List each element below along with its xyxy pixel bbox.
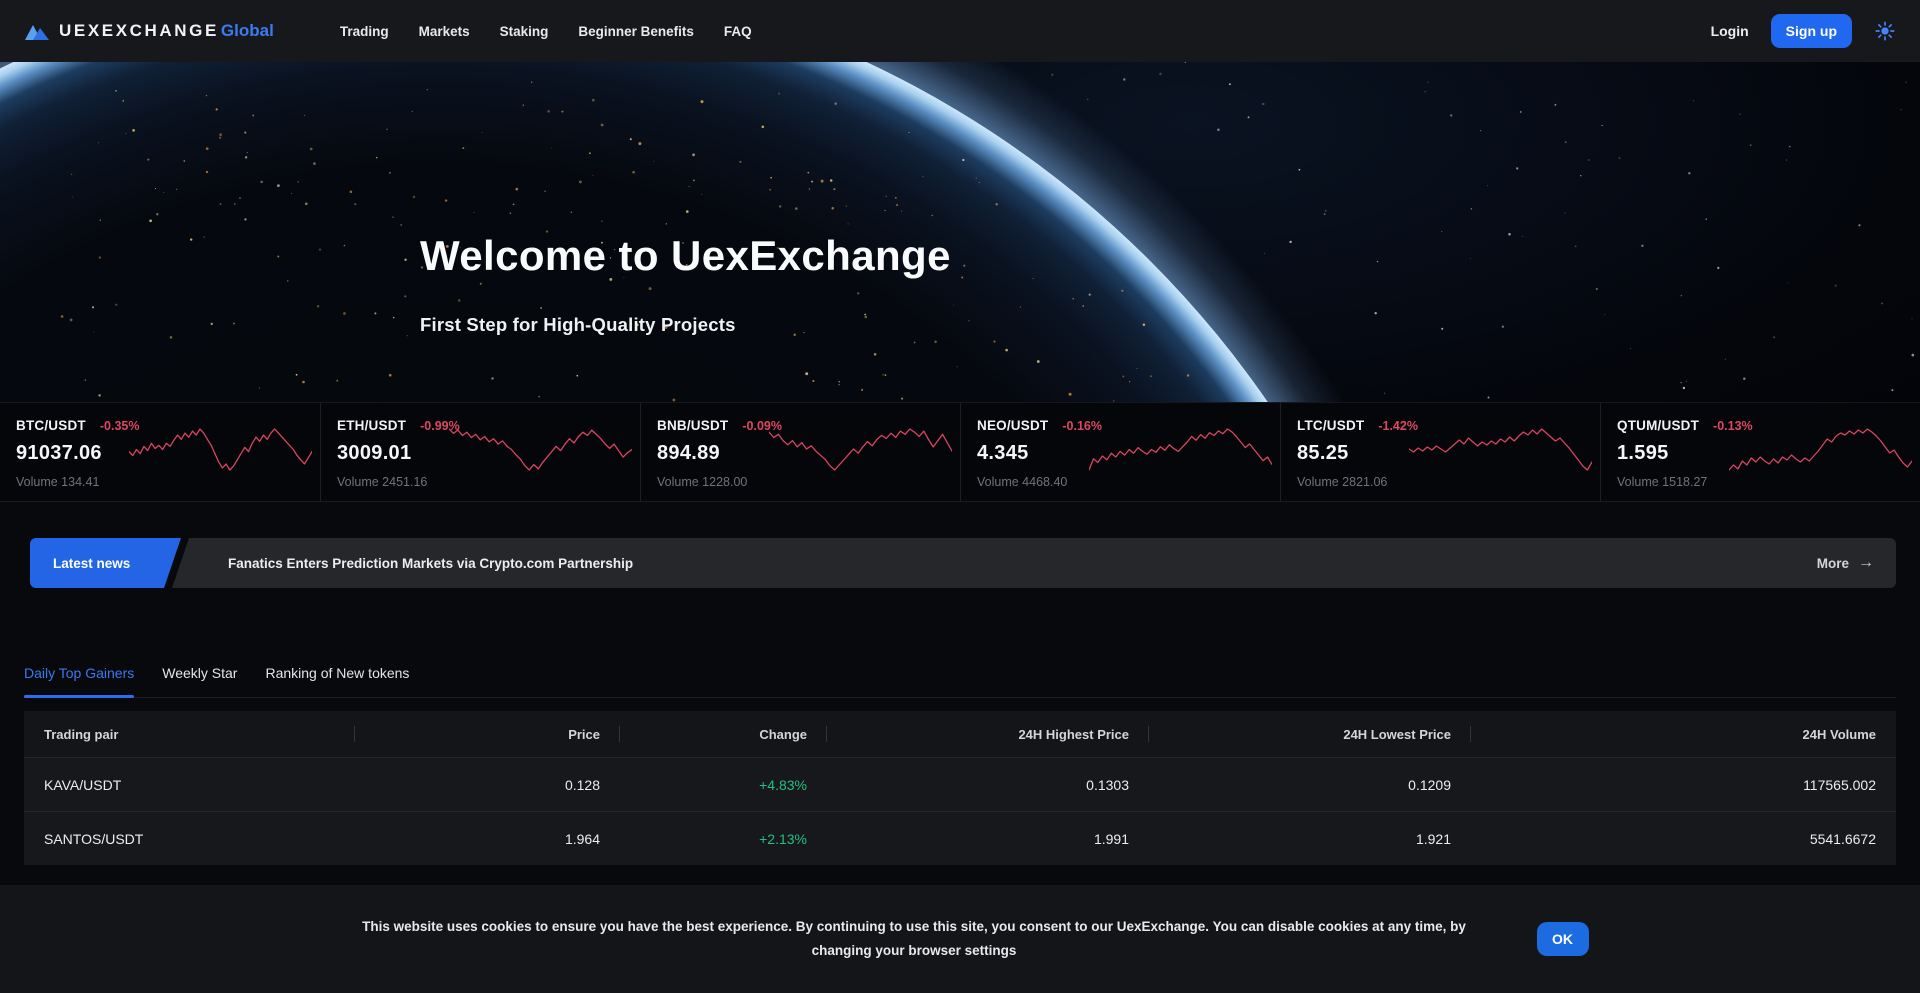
news-headline[interactable]: Fanatics Enters Prediction Markets via C… bbox=[228, 556, 633, 571]
ticker-volume: Volume 134.41 bbox=[16, 475, 310, 489]
news-more-link[interactable]: More → bbox=[1817, 554, 1874, 572]
ticker-card[interactable]: BNB/USDT -0.09% 894.89 Volume 1228.00 bbox=[640, 403, 960, 501]
price-sparkline bbox=[769, 424, 952, 474]
table-row[interactable]: SANTOS/USDT 1.964 +2.13% 1.991 1.921 554… bbox=[24, 811, 1896, 865]
ticker-volume: Volume 2451.16 bbox=[337, 475, 630, 489]
price-sparkline bbox=[1409, 424, 1592, 474]
nav-link-markets[interactable]: Markets bbox=[419, 24, 470, 39]
ticker-pair: LTC/USDT bbox=[1297, 418, 1364, 433]
ticker-pair: QTUM/USDT bbox=[1617, 418, 1699, 433]
price-sparkline bbox=[129, 424, 312, 474]
gainers-table: Trading pairPriceChange24H Highest Price… bbox=[24, 711, 1896, 865]
latest-news-label: Latest news bbox=[53, 556, 130, 571]
hero-subtitle: First Step for High-Quality Projects bbox=[420, 314, 951, 336]
cell-change: +2.13% bbox=[620, 812, 827, 865]
earth-from-space-image bbox=[0, 62, 1920, 402]
nav-right: Login Sign up bbox=[1711, 14, 1896, 48]
tab-daily-top-gainers[interactable]: Daily Top Gainers bbox=[24, 648, 134, 697]
header-trading-pair: Trading pair bbox=[24, 711, 355, 757]
header-24h-highest-price: 24H Highest Price bbox=[827, 711, 1149, 757]
table-body: KAVA/USDT 0.128 +4.83% 0.1303 0.1209 117… bbox=[24, 757, 1896, 865]
header-price: Price bbox=[355, 711, 620, 757]
cookie-message: This website uses cookies to ensure you … bbox=[332, 915, 1497, 963]
cell-volume: 117565.002 bbox=[1471, 758, 1896, 811]
nav-link-staking[interactable]: Staking bbox=[500, 24, 549, 39]
nav-link-trading[interactable]: Trading bbox=[340, 24, 389, 39]
cell-price: 1.964 bbox=[355, 812, 620, 865]
header-change: Change bbox=[620, 711, 827, 757]
ticker-strip: BTC/USDT -0.35% 91037.06 Volume 134.41 E… bbox=[0, 402, 1920, 502]
ticker-volume: Volume 2821.06 bbox=[1297, 475, 1590, 489]
cookie-banner: This website uses cookies to ensure you … bbox=[0, 885, 1920, 993]
ticker-card[interactable]: LTC/USDT -1.42% 85.25 Volume 2821.06 bbox=[1280, 403, 1600, 501]
tab-ranking-of-new-tokens[interactable]: Ranking of New tokens bbox=[265, 648, 409, 697]
cell-high: 1.991 bbox=[827, 812, 1149, 865]
hero-banner: Welcome to UexExchange First Step for Hi… bbox=[0, 62, 1920, 402]
ticker-volume: Volume 4468.40 bbox=[977, 475, 1270, 489]
price-sparkline bbox=[1089, 424, 1272, 474]
table-header-row: Trading pairPriceChange24H Highest Price… bbox=[24, 711, 1896, 757]
cell-price: 0.128 bbox=[355, 758, 620, 811]
ticker-card[interactable]: BTC/USDT -0.35% 91037.06 Volume 134.41 bbox=[0, 403, 320, 501]
nav-link-faq[interactable]: FAQ bbox=[724, 24, 752, 39]
more-label: More bbox=[1817, 556, 1849, 571]
cell-low: 1.921 bbox=[1149, 812, 1471, 865]
ticker-pair: NEO/USDT bbox=[977, 418, 1048, 433]
ticker-pair: ETH/USDT bbox=[337, 418, 406, 433]
ticker-card[interactable]: ETH/USDT -0.99% 3009.01 Volume 2451.16 bbox=[320, 403, 640, 501]
ticker-volume: Volume 1518.27 bbox=[1617, 475, 1910, 489]
nav-link-beginner-benefits[interactable]: Beginner Benefits bbox=[578, 24, 694, 39]
cell-pair: SANTOS/USDT bbox=[24, 812, 355, 865]
news-bar: Latest news Fanatics Enters Prediction M… bbox=[24, 538, 1896, 588]
theme-toggle-sun-icon[interactable] bbox=[1874, 20, 1896, 42]
table-row[interactable]: KAVA/USDT 0.128 +4.83% 0.1303 0.1209 117… bbox=[24, 757, 1896, 811]
ticker-card[interactable]: QTUM/USDT -0.13% 1.595 Volume 1518.27 bbox=[1600, 403, 1920, 501]
mountain-logo-icon bbox=[24, 20, 50, 42]
tab-weekly-star[interactable]: Weekly Star bbox=[162, 648, 237, 697]
ticker-pair: BNB/USDT bbox=[657, 418, 728, 433]
news-ticker: Fanatics Enters Prediction Markets via C… bbox=[172, 538, 1896, 588]
hero-title: Welcome to UexExchange bbox=[420, 232, 951, 280]
arrow-right-icon: → bbox=[1858, 554, 1874, 572]
brand-logo[interactable]: UexExchange Global bbox=[24, 20, 274, 42]
cookie-ok-button[interactable]: OK bbox=[1537, 922, 1589, 956]
brand-suffix: Global bbox=[221, 21, 274, 41]
cell-change: +4.83% bbox=[620, 758, 827, 811]
header-24h-volume: 24H Volume bbox=[1471, 711, 1896, 757]
cell-pair: KAVA/USDT bbox=[24, 758, 355, 811]
price-sparkline bbox=[1729, 424, 1912, 474]
navbar: UexExchange Global Trading Markets Staking… bbox=[0, 0, 1920, 62]
cell-high: 0.1303 bbox=[827, 758, 1149, 811]
page: UexExchange Global Trading Markets Staking… bbox=[0, 0, 1920, 993]
login-link[interactable]: Login bbox=[1711, 23, 1749, 39]
ticker-pair: BTC/USDT bbox=[16, 418, 86, 433]
cell-low: 0.1209 bbox=[1149, 758, 1471, 811]
hero-copy: Welcome to UexExchange First Step for Hi… bbox=[420, 232, 951, 336]
price-sparkline bbox=[449, 424, 632, 474]
cell-volume: 5541.6672 bbox=[1471, 812, 1896, 865]
header-24h-lowest-price: 24H Lowest Price bbox=[1149, 711, 1471, 757]
signup-button[interactable]: Sign up bbox=[1771, 14, 1852, 48]
latest-news-badge[interactable]: Latest news bbox=[30, 538, 181, 588]
brand-name: UexExchange bbox=[59, 21, 219, 41]
ticker-volume: Volume 1228.00 bbox=[657, 475, 950, 489]
ticker-card[interactable]: NEO/USDT -0.16% 4.345 Volume 4468.40 bbox=[960, 403, 1280, 501]
market-tabs: Daily Top Gainers Weekly Star Ranking of N… bbox=[24, 648, 1896, 698]
main-nav: Trading Markets Staking Beginner Benefits FA… bbox=[340, 24, 752, 39]
